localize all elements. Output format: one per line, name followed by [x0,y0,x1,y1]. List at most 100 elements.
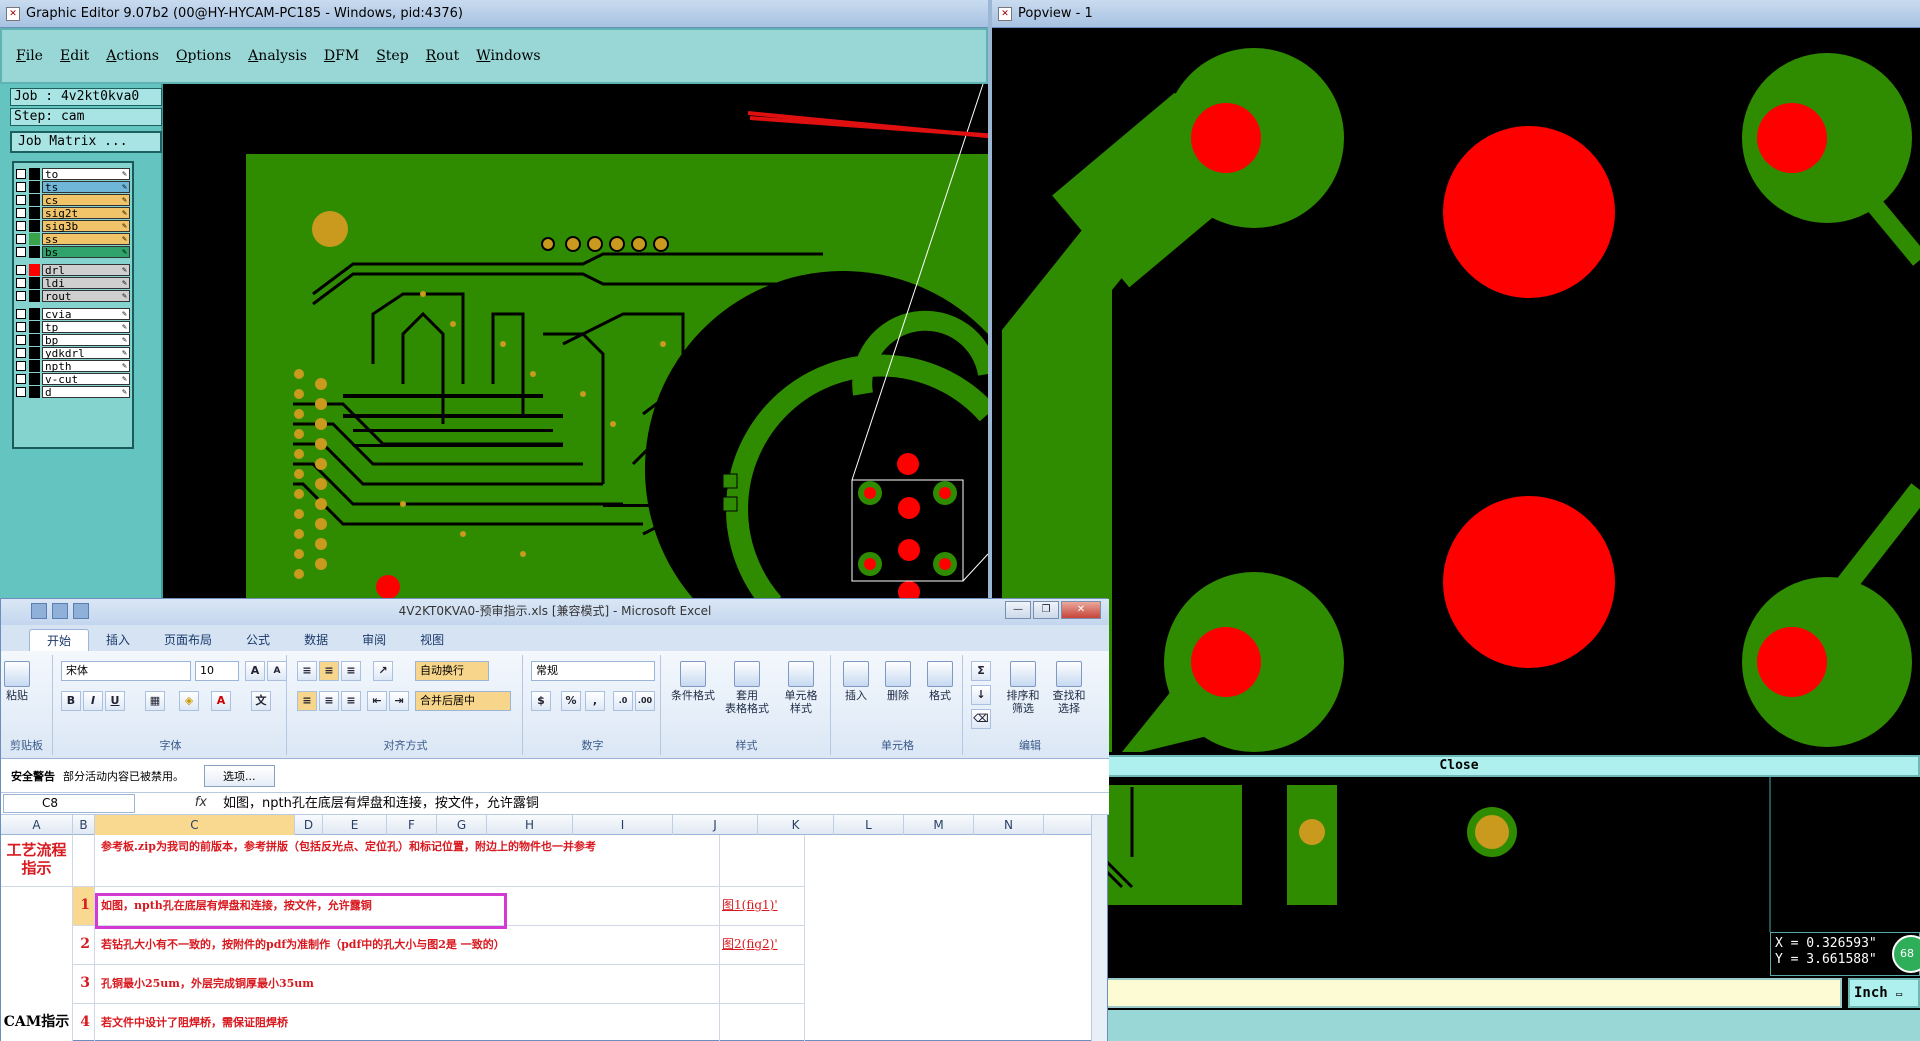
autosum-icon[interactable]: Σ [971,661,991,681]
formula-input[interactable]: 如图，npth孔在底层有焊盘和连接，按文件，允许露铜 [223,795,1083,813]
layer-color-swatch[interactable] [29,194,40,206]
instruction-text[interactable]: 若文件中设计了阻焊桥，需保证阻焊桥 [95,1004,720,1041]
layer-name[interactable]: d [42,386,130,399]
layer-row-cvia[interactable]: cvia [16,307,130,321]
fx-icon[interactable]: fx [141,794,213,813]
layer-row-ts[interactable]: ts [16,180,130,194]
layer-color-swatch[interactable] [29,233,40,245]
layer-checkbox[interactable] [16,309,26,319]
layer-name[interactable]: v-cut [42,373,130,386]
worksheet-grid[interactable]: 工艺流程指示 参考板.zip为我司的前版本，参考拼版（包括反光点、定位孔）和标记… [1,835,1091,1041]
align-right-icon[interactable]: ≡ [341,691,361,711]
layer-name[interactable]: drl [42,264,130,277]
menu-analysis[interactable]: Analysis [248,48,307,64]
find-select-button[interactable]: 查找和 选择 [1047,661,1091,715]
unit-selector[interactable]: Inch ▭ [1848,978,1920,1008]
layer-checkbox[interactable] [16,221,26,231]
phonetic-icon[interactable]: 文 [251,691,271,711]
layer-row-tp[interactable]: tp [16,320,130,334]
conditional-format-button[interactable]: 条件格式 [667,661,719,702]
command-line-input[interactable] [1104,978,1842,1008]
layer-checkbox[interactable] [16,374,26,384]
layer-checkbox[interactable] [16,278,26,288]
layer-name[interactable]: ss [42,233,130,246]
cell-styles-button[interactable]: 单元格 样式 [775,661,827,715]
close-icon[interactable]: ✕ [1061,601,1101,619]
underline-icon[interactable]: U [105,691,125,711]
grow-font-icon[interactable]: A [245,661,265,681]
layer-name[interactable]: cs [42,194,130,207]
layer-color-swatch[interactable] [29,220,40,232]
layer-row-v-cut[interactable]: v-cut [16,372,130,386]
layer-color-swatch[interactable] [29,386,40,398]
tab-insert[interactable]: 插入 [89,629,147,651]
save-icon[interactable] [31,603,47,619]
column-header-M[interactable]: M [904,815,974,835]
italic-icon[interactable]: I [83,691,103,711]
tab-page-layout[interactable]: 页面布局 [147,629,229,651]
undo-icon[interactable] [52,603,68,619]
excel-titlebar[interactable]: 4V2KT0KVA0-预审指示.xls [兼容模式] - Microsoft E… [1,599,1109,625]
merge-center-button[interactable]: 合并后居中 [415,691,511,711]
layer-row-cs[interactable]: cs [16,193,130,207]
layer-color-swatch[interactable] [29,360,40,372]
layer-name[interactable]: bp [42,334,130,347]
layer-row-drl[interactable]: drl [16,263,130,277]
layer-color-swatch[interactable] [29,334,40,346]
layer-checkbox[interactable] [16,182,26,192]
column-header-C[interactable]: C [95,815,295,835]
layer-name[interactable]: ts [42,181,130,194]
restore-icon[interactable]: ❐ [1033,601,1059,619]
layer-checkbox[interactable] [16,247,26,257]
insert-button[interactable]: 插入 [837,661,875,702]
figure-link[interactable] [720,965,805,1004]
layer-row-ldi[interactable]: ldi [16,276,130,290]
layer-row-rout[interactable]: rout [16,289,130,303]
column-header-F[interactable]: F [387,815,437,835]
layer-checkbox[interactable] [16,322,26,332]
column-header-B[interactable]: B [73,815,95,835]
cell-c-header[interactable]: 参考板.zip为我司的前版本，参考拼版（包括反光点、定位孔）和标记位置，附边上的… [95,835,720,887]
shrink-font-icon[interactable]: A [267,661,287,681]
layer-checkbox[interactable] [16,208,26,218]
tab-data[interactable]: 数据 [287,629,345,651]
clear-icon[interactable]: ⌫ [971,709,991,729]
layer-checkbox[interactable] [16,234,26,244]
decrease-decimal-icon[interactable]: .00 [635,691,655,711]
tab-home[interactable]: 开始 [29,629,90,651]
font-size-select[interactable]: 10 [195,661,239,681]
popview-titlebar[interactable]: ✕ Popview - 1 [992,0,1920,28]
comma-icon[interactable]: , [585,691,605,711]
layer-name[interactable]: sig3b [42,220,130,233]
layer-color-swatch[interactable] [29,181,40,193]
column-header-L[interactable]: L [834,815,904,835]
layer-color-swatch[interactable] [29,246,40,258]
fill-color-icon[interactable]: ◈ [179,691,199,711]
redo-icon[interactable] [73,603,89,619]
close-button[interactable]: Close [998,755,1920,777]
font-color-icon[interactable]: A [211,691,231,711]
column-header-G[interactable]: G [437,815,487,835]
layer-color-swatch[interactable] [29,168,40,180]
layer-row-npth[interactable]: npth [16,359,130,373]
layer-color-swatch[interactable] [29,347,40,359]
row-number[interactable]: 2 [73,926,95,965]
layer-row-sig3b[interactable]: sig3b [16,219,130,233]
currency-icon[interactable]: $ [531,691,551,711]
layer-name[interactable]: rout [42,290,130,303]
cell-b-header[interactable] [73,835,95,887]
increase-decimal-icon[interactable]: .0 [613,691,633,711]
orientation-icon[interactable]: ↗ [373,661,393,681]
layer-checkbox[interactable] [16,195,26,205]
menu-rout[interactable]: Rout [426,48,460,64]
options-button[interactable]: 选项... [204,764,275,787]
column-header-E[interactable]: E [323,815,387,835]
vertical-scrollbar[interactable] [1091,815,1107,1041]
figure-link[interactable] [720,1004,805,1041]
layer-color-swatch[interactable] [29,277,40,289]
layer-checkbox[interactable] [16,265,26,275]
align-left-icon[interactable]: ≡ [297,691,317,711]
minimize-icon[interactable]: — [1005,601,1031,619]
layer-color-swatch[interactable] [29,321,40,333]
column-header-D[interactable]: D [295,815,323,835]
